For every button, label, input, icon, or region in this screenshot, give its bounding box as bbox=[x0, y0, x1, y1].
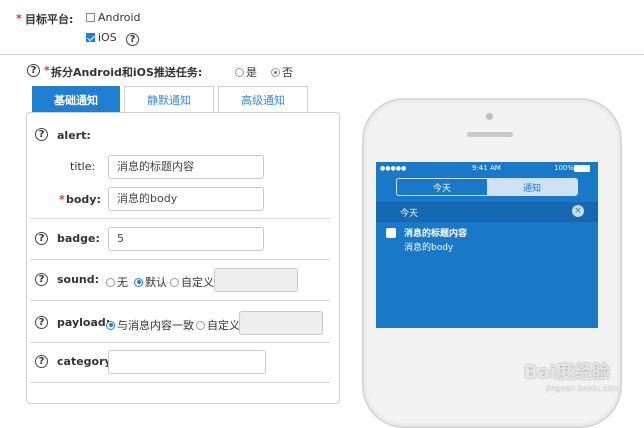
separator-3 bbox=[30, 300, 330, 301]
tab-silent[interactable]: 静默通知 bbox=[124, 86, 214, 112]
android-checkbox-box[interactable] bbox=[86, 13, 95, 22]
split-task-required-mark: * bbox=[44, 64, 50, 77]
sound-custom-label: 自定义 bbox=[181, 276, 214, 289]
body-input[interactable]: 消息的body bbox=[108, 187, 264, 211]
title-label: title: bbox=[70, 160, 96, 173]
sound-custom-radio[interactable]: 自定义 bbox=[170, 274, 214, 290]
ios-checkbox[interactable]: iOS bbox=[86, 31, 117, 44]
badge-label: badge: bbox=[57, 232, 100, 245]
payload-same-label: 与消息内容一致 bbox=[117, 319, 194, 332]
split-task-label: 拆分Android和iOS推送任务: bbox=[51, 66, 203, 79]
payload-label: payload: bbox=[57, 316, 111, 329]
payload-help-icon[interactable]: ? bbox=[35, 316, 48, 329]
separator-5 bbox=[30, 382, 330, 383]
notification-title[interactable]: 消息的标题内容 bbox=[404, 226, 467, 239]
split-task-help-icon[interactable]: ? bbox=[27, 64, 40, 77]
segment-notifications[interactable]: 通知 bbox=[487, 179, 577, 195]
alert-help-icon[interactable]: ? bbox=[35, 128, 48, 141]
split-yes-radio-dot[interactable] bbox=[235, 67, 244, 77]
sound-label: sound: bbox=[57, 273, 100, 286]
platform-required-mark: * bbox=[16, 12, 22, 25]
alert-label: alert: bbox=[57, 129, 91, 142]
sound-custom-radio-dot[interactable] bbox=[170, 277, 179, 287]
segmented-control[interactable]: 今天 通知 bbox=[396, 178, 578, 196]
status-time: 9:41 AM bbox=[472, 164, 501, 172]
body-label: body: bbox=[66, 193, 101, 206]
split-no-radio-dot[interactable] bbox=[271, 67, 280, 77]
separator-4 bbox=[30, 342, 330, 343]
category-input[interactable] bbox=[108, 350, 266, 374]
sound-default-radio-dot[interactable] bbox=[134, 277, 143, 287]
status-signal-icon: ●●●●● bbox=[380, 165, 407, 172]
notification-app-icon bbox=[386, 228, 396, 238]
top-divider bbox=[0, 54, 644, 55]
split-no-label: 否 bbox=[282, 66, 293, 79]
payload-same-radio[interactable]: 与消息内容一致 bbox=[106, 317, 194, 333]
phone-speaker bbox=[467, 132, 513, 137]
title-input[interactable]: 消息的标题内容 bbox=[108, 155, 264, 179]
section-header: 今天 bbox=[400, 209, 419, 219]
payload-custom-label: 自定义 bbox=[207, 319, 240, 332]
segment-today[interactable]: 今天 bbox=[397, 179, 487, 195]
payload-custom-input[interactable] bbox=[239, 311, 323, 335]
tab-basic[interactable]: 基础通知 bbox=[32, 86, 120, 112]
payload-custom-radio-dot[interactable] bbox=[196, 320, 205, 330]
split-yes-radio[interactable]: 是 bbox=[235, 64, 257, 80]
ios-checkbox-label: iOS bbox=[98, 31, 117, 44]
body-required-mark: * bbox=[59, 193, 65, 206]
sound-custom-input[interactable] bbox=[214, 268, 298, 292]
split-no-radio[interactable]: 否 bbox=[271, 64, 293, 80]
phone-screen: ●●●●● 9:41 AM 100% 今天 通知 今天 × 消息的标题内容 消息… bbox=[376, 162, 598, 328]
tab-advanced[interactable]: 高级通知 bbox=[218, 86, 308, 112]
separator-2 bbox=[30, 259, 330, 260]
sound-help-icon[interactable]: ? bbox=[35, 273, 48, 286]
ios-checkbox-box[interactable] bbox=[86, 33, 95, 42]
android-checkbox[interactable]: Android bbox=[86, 11, 141, 24]
separator-1 bbox=[30, 218, 330, 219]
sound-none-label: 无 bbox=[117, 276, 128, 289]
split-yes-label: 是 bbox=[246, 66, 257, 79]
category-help-icon[interactable]: ? bbox=[35, 355, 48, 368]
platform-label: 目标平台: bbox=[25, 13, 74, 26]
payload-custom-radio[interactable]: 自定义 bbox=[196, 317, 240, 333]
sound-default-radio[interactable]: 默认 bbox=[134, 274, 167, 290]
watermark-url: jingyan.baidu.com bbox=[546, 384, 620, 393]
badge-input[interactable]: 5 bbox=[108, 227, 264, 251]
sound-default-label: 默认 bbox=[145, 276, 167, 289]
payload-same-radio-dot[interactable] bbox=[106, 320, 115, 330]
clear-icon[interactable]: × bbox=[572, 205, 584, 217]
phone-camera bbox=[486, 113, 493, 120]
notification-body: 消息的body bbox=[404, 243, 454, 253]
android-checkbox-label: Android bbox=[98, 11, 141, 24]
sound-none-radio-dot[interactable] bbox=[106, 277, 115, 287]
battery-icon bbox=[574, 165, 590, 172]
watermark-logo: Bai度经验 bbox=[524, 362, 611, 383]
platform-help-icon[interactable]: ? bbox=[126, 33, 139, 46]
sound-none-radio[interactable]: 无 bbox=[106, 274, 128, 290]
badge-help-icon[interactable]: ? bbox=[35, 232, 48, 245]
status-battery: 100% bbox=[554, 164, 575, 172]
